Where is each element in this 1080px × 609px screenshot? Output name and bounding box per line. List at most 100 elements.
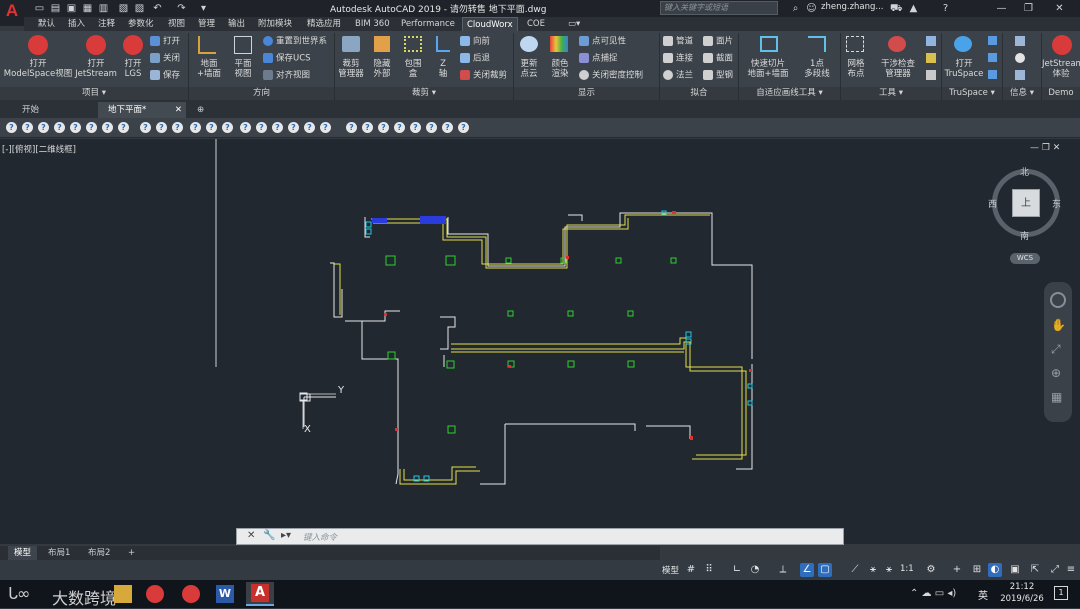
redo-icon[interactable]: ↷ [176,2,187,15]
toolbar-tool-icon[interactable]: ? [394,122,405,133]
open-jetstream-button[interactable]: 打开 JetStream [74,59,118,79]
plan-view-button[interactable]: 平面 视图 [228,59,258,79]
add-icon[interactable]: + [950,563,964,577]
clean-screen-icon[interactable]: ⇱ [1028,563,1042,577]
restore-icon[interactable]: ❐ [1023,2,1034,15]
panel-title-truspace[interactable]: TruSpace ▾ [942,87,1002,100]
toolbar-tool-icon[interactable]: ? [320,122,331,133]
surface-button[interactable]: 面片 [703,36,733,48]
toolbar-tool-icon[interactable]: ? [6,122,17,133]
binoculars-icon[interactable]: ⌕ [790,2,801,15]
tab-featured-apps[interactable]: 精选应用 [303,17,345,31]
jetstream-demo-button[interactable]: JetStream 体验 [1042,59,1080,79]
toolbar-tool-icon[interactable]: ? [172,122,183,133]
search-input[interactable]: 键入关键字或短语 [660,1,778,15]
steering-wheel-icon[interactable] [1050,292,1066,308]
tab-layout1[interactable]: 布局1 [42,546,76,560]
panel-title-project[interactable]: 项目 ▾ [0,87,188,100]
open-button[interactable]: 打开 [150,36,180,48]
viewcube-north[interactable]: 北 [1020,165,1029,178]
isolate-objects-icon[interactable]: ◐ [988,563,1002,577]
drawing-canvas[interactable]: Y X [0,139,1080,544]
wcs-menu[interactable]: WCS [1010,253,1040,264]
flange-button[interactable]: 法兰 [663,70,693,82]
panel-title-tools[interactable]: 工具 ▾ [841,87,941,100]
info-icon[interactable] [1015,53,1025,63]
panel-title-clip[interactable]: 裁剪 ▾ [335,87,513,100]
application-menu-button[interactable]: A [0,0,24,26]
clock-time[interactable]: 21:12 [1000,582,1044,592]
cart-icon[interactable]: ⛟ [890,2,903,15]
tab-performance[interactable]: Performance [397,17,459,31]
user-name[interactable]: zheng.zhang... [821,2,884,12]
command-line[interactable]: ✕ 🔧 ▸▾ 键入命令 [236,528,844,545]
toolbar-tool-icon[interactable]: ? [156,122,167,133]
cloud-open-icon[interactable]: ▧ [118,2,129,15]
customization-menu-icon[interactable]: ≡ [1064,563,1078,577]
close-icon[interactable]: ✕ [1054,2,1065,15]
new-file-icon[interactable]: ▭ [34,2,45,15]
tab-layout2[interactable]: 布局2 [82,546,116,560]
toolbar-tool-icon[interactable]: ? [458,122,469,133]
undo-icon[interactable]: ↶ [152,2,163,15]
truspace-tool-icon[interactable] [988,36,997,45]
auto-scale-icon[interactable]: ⚹ [882,563,896,577]
panel-title-adaptive[interactable]: 自适应画线工具 ▾ [739,87,840,100]
close-command-icon[interactable]: ✕ [247,530,255,541]
close-density-button[interactable]: 关闭密度控制 [579,70,643,82]
word-icon[interactable]: W [216,585,234,603]
bounding-box-button[interactable]: 包围 盒 [398,59,428,79]
annotation-scale[interactable]: 1:1 [900,564,914,574]
ribbon-options-icon[interactable]: ▭▾ [564,17,584,31]
pan-icon[interactable]: ✋ [1051,318,1066,332]
steel-button[interactable]: 型钢 [703,70,733,82]
tab-view[interactable]: 视图 [164,17,189,31]
zoom-extents-icon[interactable]: ⤢ [1051,342,1061,357]
open-lgs-button[interactable]: 打开 LGS [116,59,150,79]
user-icon[interactable]: ☺ [806,2,817,15]
snap-icon[interactable]: ⠿ [702,563,716,577]
cloudworx-taskbar-icon[interactable] [146,585,164,603]
truspace-tool-icon[interactable] [988,53,997,62]
align-view-button[interactable]: 对齐视图 [263,70,310,82]
reset-world-button[interactable]: 重置到世界系 [263,36,327,48]
command-input[interactable]: 键入命令 [303,531,337,543]
viewport-controls-label[interactable]: [-][俯视][二维线框] [2,143,76,155]
ortho-icon[interactable]: ∟ [730,563,744,577]
fast-slice-button[interactable]: 快速切片 地面+墙面 [742,59,794,79]
interference-manager-button[interactable]: 干涉检查 管理器 [876,59,920,79]
tab-output[interactable]: 输出 [224,17,249,31]
toolbar-tool-icon[interactable]: ? [190,122,201,133]
qat-dropdown-icon[interactable]: ▾ [198,2,209,15]
toolbar-tool-icon[interactable]: ? [304,122,315,133]
toolbar-tool-icon[interactable]: ? [288,122,299,133]
minimize-icon[interactable]: — [996,2,1007,15]
tool-extra-icon[interactable] [926,70,936,80]
tab-cloudworx[interactable]: CloudWorx [462,17,518,31]
viewport-window-controls[interactable]: — ❐ ✕ [1030,143,1060,153]
tab-model[interactable]: 模型 [8,546,38,560]
viewcube-south[interactable]: 南 [1020,229,1029,242]
jetstream-taskbar-icon[interactable] [182,585,200,603]
viewcube-top-face[interactable]: 上 [1012,189,1040,217]
toolbar-tool-icon[interactable]: ? [240,122,251,133]
recent-commands-icon[interactable]: ▸▾ [281,530,291,541]
one-point-polyline-button[interactable]: 1点 多段线 [800,59,834,79]
annotation-visibility-icon[interactable]: ⚹ [866,563,880,577]
save-ucs-button[interactable]: 保存UCS [263,53,311,65]
close-clip-button[interactable]: 关闭裁剪 [460,70,507,82]
toolbar-tool-icon[interactable]: ? [442,122,453,133]
toolbar-tool-icon[interactable]: ? [346,122,357,133]
grid-icon[interactable]: # [684,563,698,577]
forward-button[interactable]: 向前 [460,36,490,48]
viewcube-east[interactable]: 东 [1052,197,1061,210]
save-as-icon[interactable]: ▦ [82,2,93,15]
ground-wall-button[interactable]: 地面 +墙面 [192,59,226,79]
toolbar-tool-icon[interactable]: ? [22,122,33,133]
toolbar-tool-icon[interactable]: ? [426,122,437,133]
doc-tab-start[interactable]: 开始 [12,102,49,118]
tab-bim360[interactable]: BIM 360 [351,17,394,31]
toolbar-tool-icon[interactable]: ? [206,122,217,133]
tab-coe[interactable]: COE [523,17,549,31]
tab-manage[interactable]: 管理 [194,17,219,31]
